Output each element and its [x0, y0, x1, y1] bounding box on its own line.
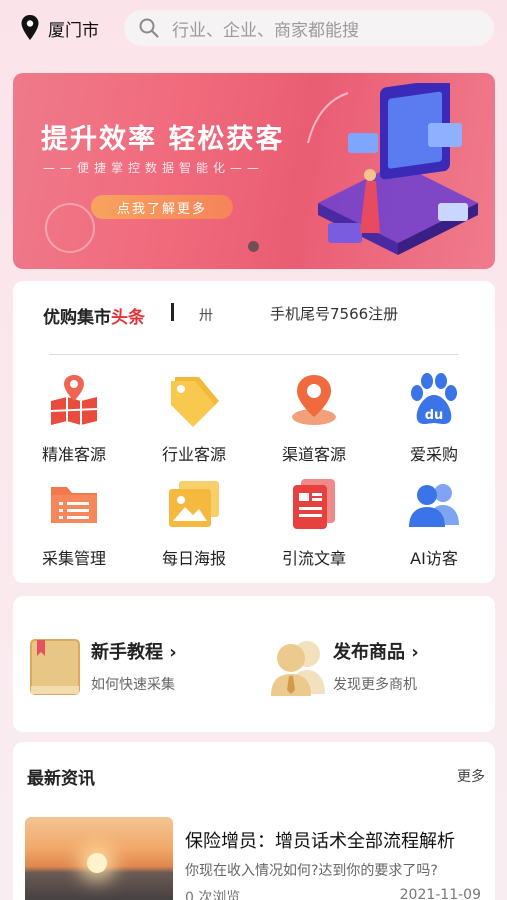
tutorial-subtitle: 如何快速采集	[91, 677, 175, 693]
chevron-right-icon: ›	[169, 642, 177, 663]
location-pin-icon	[21, 15, 39, 40]
grid-item-channel-leads[interactable]: 渠道客源	[259, 371, 369, 465]
grid-label: AI访客	[410, 549, 458, 568]
tutorial-title: 新手教程 ›	[91, 642, 177, 663]
grid-label: 每日海报	[161, 549, 226, 568]
grid-item-traffic-articles[interactable]: 引流文章	[259, 475, 369, 569]
headline-tag: 头条	[111, 308, 145, 328]
grid-label: 精准客源	[41, 445, 106, 464]
tag-icon	[171, 377, 219, 427]
search-icon	[139, 18, 159, 38]
news-item-date: 2021-11-09	[399, 887, 481, 900]
folder-icon	[51, 487, 97, 523]
sunset-sun	[87, 853, 107, 873]
grid-item-collect-manage[interactable]: 采集管理	[19, 475, 129, 569]
headline-brand: 优购集市头条	[43, 303, 145, 328]
location-pin-icon	[292, 375, 336, 425]
news-card: 最新资讯 更多 保险增员：增员话术全部流程解析 你现在收入情况如何?达到你的要求…	[13, 742, 495, 900]
book-icon	[30, 639, 80, 695]
news-more-link[interactable]: 更多	[457, 766, 485, 786]
grid-label: 渠道客源	[281, 445, 346, 464]
image-icon	[169, 481, 219, 527]
grid-item-daily-poster[interactable]: 每日海报	[139, 475, 249, 569]
grid-label: 采集管理	[41, 549, 106, 568]
decorative-ring	[45, 203, 95, 253]
location-selector[interactable]: 厦门市	[20, 14, 99, 42]
news-ticker[interactable]: 手机尾号7566注册	[270, 303, 398, 324]
brand-name: 优购集市	[43, 308, 111, 328]
grid-label: 引流文章	[281, 549, 346, 568]
grid-label: 爱采购	[409, 445, 458, 464]
publish-subtitle: 发现更多商机	[333, 677, 417, 693]
promo-banner[interactable]: 提升效率 轻松获客 ——便捷掌控数据智能化—— 点我了解更多	[13, 73, 495, 269]
news-thumbnail[interactable]	[25, 817, 173, 900]
search-placeholder: 行业、企业、商家都能搜	[172, 20, 359, 41]
banner-cta-button[interactable]: 点我了解更多	[91, 195, 233, 219]
data-platform-illustration	[307, 83, 478, 255]
people-icon	[271, 641, 325, 696]
shortcuts-card: 新手教程 › 如何快速采集 发布商品 › 发现更多商机	[13, 596, 495, 732]
carousel-indicator[interactable]	[248, 241, 259, 252]
headline-separator	[171, 303, 174, 321]
grid-item-precise-leads[interactable]: 精准客源	[19, 371, 129, 465]
banner-title: 提升效率 轻松获客	[41, 124, 285, 155]
grid-item-aicaigou[interactable]: du 爱采购	[379, 371, 489, 465]
news-item-desc: 你现在收入情况如何?达到你的要求了吗?	[185, 863, 438, 879]
search-input[interactable]: 行业、企业、商家都能搜	[124, 10, 494, 46]
chevron-right-icon: ›	[411, 642, 419, 663]
grid-item-ai-visitors[interactable]: AI访客	[379, 475, 489, 569]
svg-text:du: du	[425, 408, 444, 423]
publish-product-link[interactable]: 发布商品 › 发现更多商机	[269, 636, 419, 698]
users-icon	[409, 484, 459, 527]
news-section-title: 最新资讯	[27, 769, 95, 789]
document-icon	[293, 479, 335, 529]
city-label: 厦门市	[48, 20, 99, 41]
news-item-title[interactable]: 保险增员：增员话术全部流程解析	[185, 827, 455, 853]
publish-title: 发布商品 ›	[333, 642, 419, 663]
divider	[49, 354, 459, 355]
news-item-views: 0 次浏览	[185, 890, 241, 900]
grid-item-industry-leads[interactable]: 行业客源	[139, 371, 249, 465]
headline-icon: 卅	[199, 308, 213, 324]
services-card: 优购集市头条 卅 手机尾号7566注册 精准客源 行业客源 渠道客源 du 爱采…	[13, 281, 495, 583]
banner-subtitle: ——便捷掌控数据智能化——	[43, 161, 265, 175]
map-icon	[50, 375, 98, 425]
top-bar: 厦门市 行业、企业、商家都能搜	[0, 0, 507, 60]
baidu-paw-icon: du	[411, 373, 457, 424]
grid-label: 行业客源	[161, 445, 226, 464]
beginner-tutorial-link[interactable]: 新手教程 › 如何快速采集	[27, 636, 177, 698]
